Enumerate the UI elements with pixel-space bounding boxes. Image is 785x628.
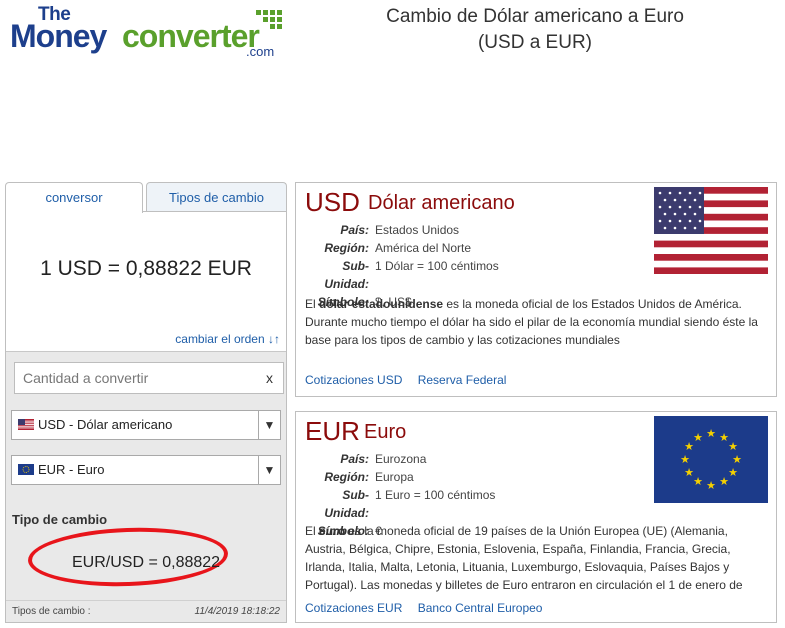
svg-text:★: ★ [706,479,716,492]
logo-com: .com [246,44,275,59]
currency-code: EUR [305,416,360,446]
chevron-down-icon[interactable]: ▼ [258,411,280,439]
amount-input[interactable]: Cantidad a convertir x [14,362,284,394]
svg-text:★: ★ [732,453,742,466]
link-usd-quotes[interactable]: Cotizaciones USD [305,373,402,387]
from-currency-select[interactable]: USD - Dólar americano ▼ [11,410,281,440]
svg-text:★: ★ [693,475,703,488]
converter-tabs: conversor Tipos de cambio [5,182,287,213]
converter-result-area: 1 USD = 0,88822 EUR cambiar el orden ↓↑ [6,212,286,351]
exchange-rate-title: Tipo de cambio [12,512,108,527]
clear-icon[interactable]: x [266,363,273,393]
eu-flag-icon [18,464,34,475]
swap-order-link[interactable]: cambiar el orden ↓↑ [175,332,280,346]
subunit-value: 1 Dólar = 100 céntimos [375,259,499,273]
page-title: Cambio de Dólar americano a Euro (USD a … [386,6,684,53]
link-eur-quotes[interactable]: Cotizaciones EUR [305,601,402,615]
us-flag-icon [654,187,768,274]
logo-grid-icon [256,10,282,30]
eu-flag-icon: ★ ★★★ ★★★★ ★★★★ [654,416,768,503]
rates-timestamp: Tipos de cambio : 11/4/2019 18:18:22 [6,600,286,622]
us-flag-icon [18,419,34,430]
link-ecb[interactable]: Banco Central Europeo [418,601,543,615]
svg-text:★: ★ [719,475,729,488]
usd-currency-card: USD Dólar americano País: Estados Unidos … [295,182,777,397]
svg-text:★: ★ [680,453,690,466]
svg-text:★: ★ [684,466,694,479]
svg-text:★: ★ [693,431,703,444]
chevron-down-icon[interactable]: ▼ [258,456,280,484]
currency-links: Cotizaciones EUR Banco Central Europeo [305,601,554,615]
svg-text:★: ★ [728,440,738,453]
swap-arrows-icon: ↓↑ [268,332,280,346]
exchange-rate-box: Tipo de cambio EUR/USD = 0,88822 Tipos d… [6,500,286,622]
tab-exchange-rates[interactable]: Tipos de cambio [146,182,287,212]
svg-text:★: ★ [728,466,738,479]
svg-text:★: ★ [706,427,716,440]
exchange-rate-value: EUR/USD = 0,88822 [72,554,221,571]
region-value: Europa [375,470,414,484]
converter-form: Cantidad a convertir x USD - Dólar ameri… [6,351,286,622]
site-logo[interactable]: The Money converter .com [8,4,288,60]
to-currency-select[interactable]: EUR - Euro ▼ [11,455,281,485]
conversion-result: 1 USD = 0,88822 EUR [40,257,252,280]
currency-links: Cotizaciones USD Reserva Federal [305,373,518,387]
eur-currency-card: EUR Euro ★ ★ ★ ★ ★ ★ ★ ★ ★ ★ ★ ★ País: Eurozona Re… [295,411,777,623]
country-value: Eurozona [375,452,427,466]
tab-converter[interactable]: conversor [5,182,143,213]
link-federal-reserve[interactable]: Reserva Federal [418,373,507,387]
currency-name: Dólar americano [368,192,515,214]
country-value: Estados Unidos [375,223,460,237]
converter-panel: 1 USD = 0,88822 EUR cambiar el orden ↓↑ … [5,211,287,623]
currency-description: El dólar estadounidense es la moneda ofi… [305,297,758,347]
region-value: América del Norte [375,241,472,255]
subunit-value: 1 Euro = 100 céntimos [375,488,496,502]
logo-money: Money [10,18,107,54]
currency-name: Euro [364,421,407,443]
logo-converter: converter [122,18,260,54]
currency-code: USD [305,187,360,217]
currency-description: El euro es la moneda oficial de 19 paíse… [305,524,743,592]
